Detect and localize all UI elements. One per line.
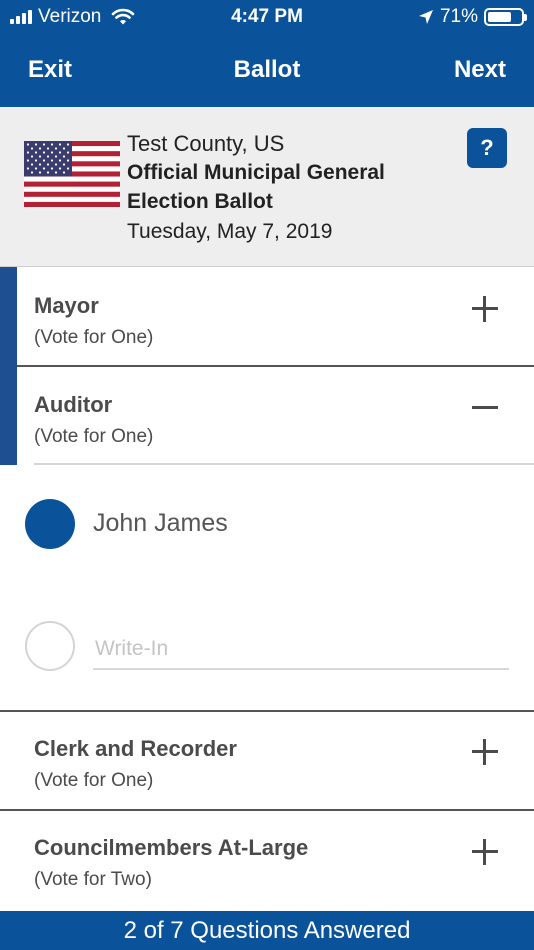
contest-name: Clerk and Recorder [34, 736, 237, 761]
expand-plus-icon[interactable] [470, 737, 500, 767]
ballot-header-text: Test County, US Official Municipal Gener… [127, 129, 447, 247]
contest-name: Mayor [34, 293, 99, 318]
expand-plus-icon[interactable] [470, 837, 500, 867]
contest-instruction: (Vote for One) [34, 426, 154, 447]
progress-footer: 2 of 7 Questions Answered [0, 911, 534, 950]
candidate-radio-selected[interactable] [25, 499, 75, 549]
contest-instruction: (Vote for Two) [34, 869, 152, 890]
collapse-minus-icon[interactable] [470, 393, 500, 423]
contest-name: Auditor [34, 392, 113, 417]
ballot-header: Test County, US Official Municipal Gener… [0, 107, 534, 267]
election-date: Tuesday, May 7, 2019 [127, 220, 333, 243]
write-in-radio[interactable] [25, 621, 75, 671]
top-bar: Verizon 4:47 PM 71% Exit Ballot Next [0, 0, 534, 107]
divider [34, 463, 534, 465]
contest-instruction: (Vote for One) [34, 327, 154, 348]
battery-fill [488, 12, 511, 22]
write-in-field[interactable] [93, 630, 509, 670]
contest-name: Councilmembers At-Large [34, 835, 309, 860]
location-arrow-icon [418, 10, 433, 24]
help-button[interactable]: ? [467, 128, 507, 168]
candidate-name[interactable]: John James [93, 509, 228, 538]
battery-icon [484, 8, 527, 26]
contest-instruction: (Vote for One) [34, 770, 154, 791]
nav-row: Exit Ballot Next [0, 50, 534, 94]
battery-percent: 71% [439, 6, 478, 27]
next-button[interactable]: Next [454, 56, 506, 84]
contest-auditor[interactable]: Auditor (Vote for One) [0, 367, 534, 465]
contest-councilmembers-at-large[interactable]: Councilmembers At-Large (Vote for Two) [0, 811, 534, 911]
us-flag-icon [24, 141, 120, 207]
status-right-group: 71% [418, 6, 527, 28]
status-bar: Verizon 4:47 PM 71% [0, 0, 534, 36]
county-label: Test County, US [127, 131, 285, 156]
ballot-title: Official Municipal General Election Ball… [127, 161, 385, 213]
contest-mayor[interactable]: Mayor (Vote for One) [0, 267, 534, 366]
expand-plus-icon[interactable] [470, 294, 500, 324]
contest-clerk-and-recorder[interactable]: Clerk and Recorder (Vote for One) [0, 712, 534, 810]
